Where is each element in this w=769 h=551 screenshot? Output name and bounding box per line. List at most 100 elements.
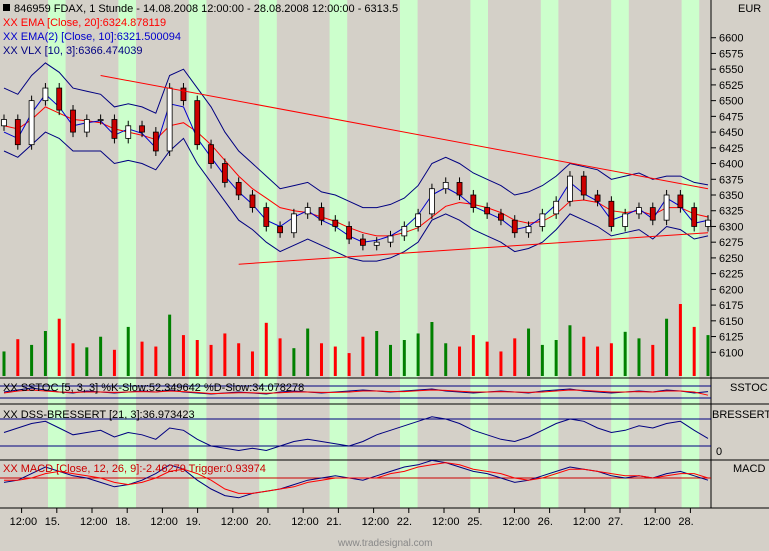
candle-body: [525, 226, 532, 234]
x-tick-label: 22.: [397, 516, 412, 528]
volume-bar: [637, 338, 641, 376]
candle-body: [332, 219, 339, 227]
volume-bar: [389, 344, 393, 376]
volume-bar: [278, 338, 282, 376]
x-tick-label: 15.: [45, 516, 60, 528]
y-tick-label: 6400: [719, 159, 743, 171]
candle-body: [83, 119, 90, 133]
y-tick-label: 6150: [719, 316, 743, 328]
candle-body: [429, 188, 435, 215]
candle-body: [346, 226, 352, 240]
y-tick-label: 6425: [719, 143, 743, 155]
candle-body: [304, 207, 311, 215]
chart-window: 6100 6125 6150 6175 6200 6225 6250 6275 6300 6325…: [0, 0, 769, 551]
candle-body: [249, 194, 256, 208]
volume-bar: [30, 344, 34, 376]
y-tick-label: 6300: [719, 221, 743, 233]
volume-bar: [430, 322, 434, 376]
session-band: [329, 0, 348, 508]
candle-body: [594, 194, 601, 202]
y-tick-label: 6250: [719, 253, 743, 265]
candle-body: [567, 175, 573, 202]
y-tick-label: 6450: [719, 127, 743, 139]
candle-body: [387, 235, 394, 243]
candle-body: [180, 87, 187, 102]
price-chart[interactable]: 6100 6125 6150 6175 6200 6225 6250 6275 6300 6325…: [0, 0, 769, 551]
candle-body: [1, 119, 7, 127]
candle-body: [442, 182, 449, 190]
x-tick-label: 21.: [326, 516, 341, 528]
y-tick-label: 6575: [719, 48, 743, 60]
session-band: [400, 0, 418, 508]
candle-body: [111, 119, 118, 139]
y-tick-label: 6375: [719, 174, 743, 186]
candle-body: [539, 213, 546, 227]
volume-bar: [250, 351, 254, 376]
x-tick-label: 12:00: [80, 516, 108, 528]
candle-body: [208, 144, 214, 164]
volume-bar: [347, 353, 351, 376]
volume-bar: [126, 326, 130, 376]
volume-bar: [706, 335, 710, 376]
volume-bar: [140, 341, 144, 376]
volume-bar: [264, 322, 268, 376]
candle-body: [28, 100, 35, 146]
macd-label: XX MACD [Close, 12, 26, 9]:-2.46279 Trig…: [3, 463, 266, 475]
candle-body: [125, 125, 132, 139]
volume-bar: [651, 344, 655, 376]
y-tick-label: 6550: [719, 64, 743, 76]
candle-body: [56, 87, 63, 111]
candle-body: [235, 182, 242, 196]
candle-body: [360, 238, 366, 246]
y-tick-label: 6275: [719, 237, 743, 249]
volume-bar: [416, 333, 420, 376]
candle-body: [277, 226, 283, 234]
ema2-label: XX EMA(2) [Close, 10]:6321.500094: [3, 31, 181, 43]
candle-body: [553, 200, 560, 215]
dss-zero-label: 0: [716, 446, 722, 458]
y-tick-label: 6350: [719, 190, 743, 202]
ema20-label: XX EMA [Close, 20]:6324.878119: [3, 17, 166, 29]
candle-body: [318, 207, 325, 221]
volume-bar: [99, 336, 103, 376]
y-tick-label: 6125: [719, 332, 743, 344]
x-tick-label: 12:00: [643, 516, 671, 528]
x-tick-label: 19.: [186, 516, 201, 528]
volume-bar: [154, 346, 158, 376]
dss-tag: BRESSERT: [712, 409, 769, 421]
volume-bar: [444, 343, 448, 376]
y-tick-label: 6200: [719, 284, 743, 296]
sstoc-label: XX SSTOC [5, 3, 3] %K-Slow:52.349642 %D-…: [3, 382, 304, 394]
volume-bar: [527, 328, 531, 376]
candle-body: [42, 87, 49, 102]
x-tick-label: 12:00: [573, 516, 601, 528]
candle-body: [663, 194, 670, 221]
x-tick-label: 12:00: [10, 516, 38, 528]
candle-body: [636, 207, 642, 215]
volume-bar: [692, 326, 696, 376]
candle-body: [415, 213, 422, 227]
x-tick-label: 20.: [256, 516, 271, 528]
volume-bar: [568, 325, 572, 376]
y-tick-label: 6100: [719, 347, 743, 359]
macd-tag: MACD: [733, 463, 765, 475]
candle-body: [691, 207, 698, 227]
candle-body: [14, 119, 21, 146]
x-tick-label: 28.: [678, 516, 693, 528]
volume-bar: [458, 346, 462, 376]
x-tick-label: 12:00: [502, 516, 530, 528]
session-band: [259, 0, 277, 508]
y-tick-label: 6325: [719, 206, 743, 218]
candle-body: [166, 87, 173, 152]
x-tick-label: 12:00: [432, 516, 460, 528]
candle-body: [221, 163, 228, 183]
candle-body: [608, 200, 615, 227]
vlx-label: XX VLX [10, 3]:6366.474039: [3, 45, 142, 57]
x-tick-label: 27.: [608, 516, 623, 528]
candle-body: [373, 241, 380, 246]
y-tick-label: 6225: [719, 269, 743, 281]
y-tick-label: 6600: [719, 33, 743, 45]
volume-bar: [319, 343, 323, 376]
volume-bar: [333, 346, 337, 376]
volume-bar: [375, 331, 379, 376]
